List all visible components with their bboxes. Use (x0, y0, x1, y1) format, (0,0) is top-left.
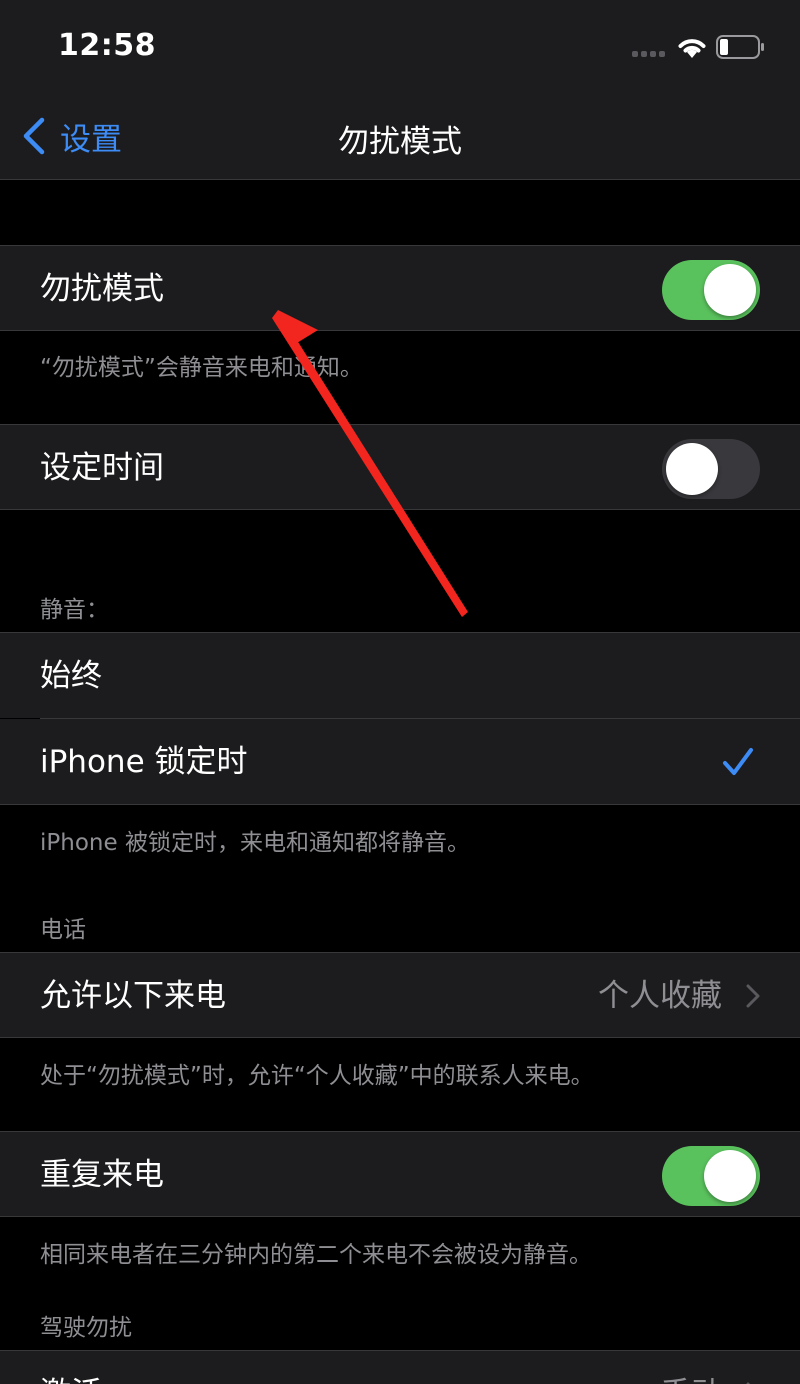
page-title: 勿扰模式 (338, 124, 462, 160)
silence-footer: iPhone 被锁定时，来电和通知都将静音。 (40, 830, 470, 856)
status-bar: 12:58 (0, 0, 800, 92)
navigation-bar: 设置 勿扰模式 (0, 92, 800, 180)
checkmark-icon (723, 748, 753, 775)
silence-option-locked[interactable]: iPhone 锁定时 (0, 719, 800, 805)
dnd-footer: “勿扰模式”会静音来电和通知。 (40, 355, 363, 381)
repeated-calls-toggle[interactable] (662, 1146, 760, 1206)
cellular-signal-icon (632, 51, 668, 59)
activate-value: 手动 (660, 1351, 722, 1384)
chevron-right-icon (746, 984, 760, 1008)
driving-header: 驾驶勿扰 (40, 1315, 132, 1341)
activate-label: 激活 (40, 1351, 102, 1384)
toggle-knob (666, 443, 718, 495)
allow-calls-label: 允许以下来电 (40, 978, 226, 1014)
battery-icon (716, 35, 764, 59)
option-label: 始终 (40, 658, 102, 694)
toggle-knob (704, 1150, 756, 1202)
allow-calls-value: 个人收藏 (598, 978, 722, 1014)
silence-header: 静音： (40, 597, 109, 623)
toggle-knob (704, 264, 756, 316)
activate-row[interactable]: 激活 手动 (0, 1350, 800, 1384)
repeated-calls-label: 重复来电 (40, 1157, 164, 1193)
phone-header: 电话 (40, 917, 86, 943)
status-time: 12:58 (58, 28, 156, 63)
option-label: iPhone 锁定时 (40, 744, 248, 780)
allow-calls-footer: 处于“勿扰模式”时，允许“个人收藏”中的联系人来电。 (40, 1063, 594, 1089)
scheduled-label: 设定时间 (40, 450, 164, 486)
scheduled-row: 设定时间 (0, 424, 800, 510)
silence-option-always[interactable]: 始终 (0, 632, 800, 719)
scheduled-toggle[interactable] (662, 439, 760, 499)
dnd-row: 勿扰模式 (0, 245, 800, 331)
repeated-calls-row: 重复来电 (0, 1131, 800, 1217)
repeated-calls-footer: 相同来电者在三分钟内的第二个来电不会被设为静音。 (40, 1242, 592, 1268)
dnd-label: 勿扰模式 (40, 271, 164, 307)
allow-calls-row[interactable]: 允许以下来电 个人收藏 (0, 952, 800, 1038)
dnd-toggle[interactable] (662, 260, 760, 320)
wifi-icon (678, 39, 706, 58)
